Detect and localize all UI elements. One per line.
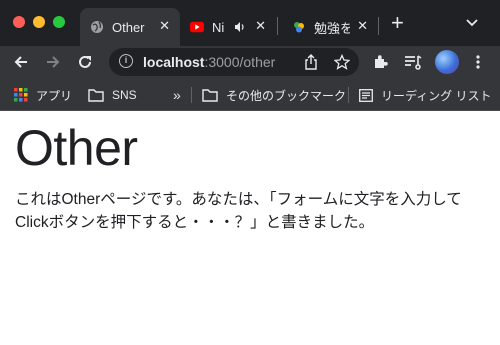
bookmark-separator	[191, 87, 192, 103]
close-tab-icon[interactable]: ✕	[255, 18, 266, 34]
tab-strip: Other ✕ Ni ✕ 勉強を ✕ +	[0, 0, 500, 46]
bookmark-folder-sns[interactable]: SNS	[88, 86, 137, 104]
bookmarks-bar: アプリ SNS » その他のブックマーク リーディング リスト	[0, 78, 500, 111]
toolbar: i localhost:3000/other	[0, 46, 500, 78]
new-tab-button[interactable]: +	[391, 12, 404, 34]
tab-separator	[378, 17, 379, 35]
tab-youtube[interactable]: Ni ✕	[180, 8, 276, 46]
page-title: Other	[15, 120, 138, 176]
more-bookmarks-button[interactable]: »	[173, 86, 181, 104]
speaker-icon[interactable]	[234, 21, 246, 33]
chevron-down-icon[interactable]	[466, 14, 478, 30]
url-text: localhost:3000/other	[143, 54, 276, 70]
share-icon[interactable]	[302, 53, 320, 71]
back-button[interactable]	[10, 51, 32, 73]
close-tab-icon[interactable]: ✕	[357, 18, 368, 34]
address-bar[interactable]: i localhost:3000/other	[109, 48, 359, 76]
extensions-icon[interactable]	[370, 51, 392, 73]
page-paragraph: これはOtherページです。あなたは、「フォームに文字を入力してClickボタン…	[15, 191, 462, 231]
more-menu-icon[interactable]	[467, 51, 489, 73]
browser-chrome: Other ✕ Ni ✕ 勉強を ✕ + i localhost:3000/ot…	[0, 0, 500, 111]
tab-separator	[277, 17, 278, 35]
apps-grid-icon	[14, 88, 28, 102]
youtube-icon	[190, 20, 204, 34]
reading-list-button[interactable]: リーディング リスト	[359, 86, 492, 104]
tab-other[interactable]: Other ✕	[80, 8, 180, 46]
bookmark-label: アプリ	[36, 88, 73, 103]
reload-button[interactable]	[74, 51, 96, 73]
maximize-window-button[interactable]	[53, 16, 65, 28]
tab-title: Ni	[212, 19, 225, 35]
bookmark-folder-other[interactable]: その他のブックマーク	[202, 86, 346, 104]
profile-avatar[interactable]	[435, 50, 459, 74]
site-favicon-icon	[292, 20, 306, 34]
tab-title: Other	[112, 19, 145, 35]
bookmark-separator	[348, 87, 349, 103]
forward-button[interactable]	[42, 51, 64, 73]
reading-list-icon	[359, 88, 373, 102]
globe-icon	[90, 20, 104, 34]
tab-title: 勉強を	[314, 20, 350, 36]
bookmark-label: SNS	[112, 88, 137, 102]
close-tab-icon[interactable]: ✕	[159, 18, 170, 34]
folder-icon	[88, 88, 104, 102]
bookmark-apps[interactable]: アプリ	[14, 86, 72, 104]
site-info-icon[interactable]: i	[119, 54, 133, 68]
minimize-window-button[interactable]	[33, 16, 45, 28]
bookmark-star-icon[interactable]	[333, 53, 351, 71]
close-window-button[interactable]	[13, 16, 25, 28]
tab-study[interactable]: 勉強を ✕	[280, 8, 378, 46]
folder-icon	[202, 88, 218, 102]
bookmark-label: その他のブックマーク	[226, 88, 347, 103]
bookmark-label: リーディング リスト	[381, 88, 492, 103]
reading-list-icon[interactable]	[402, 51, 424, 73]
